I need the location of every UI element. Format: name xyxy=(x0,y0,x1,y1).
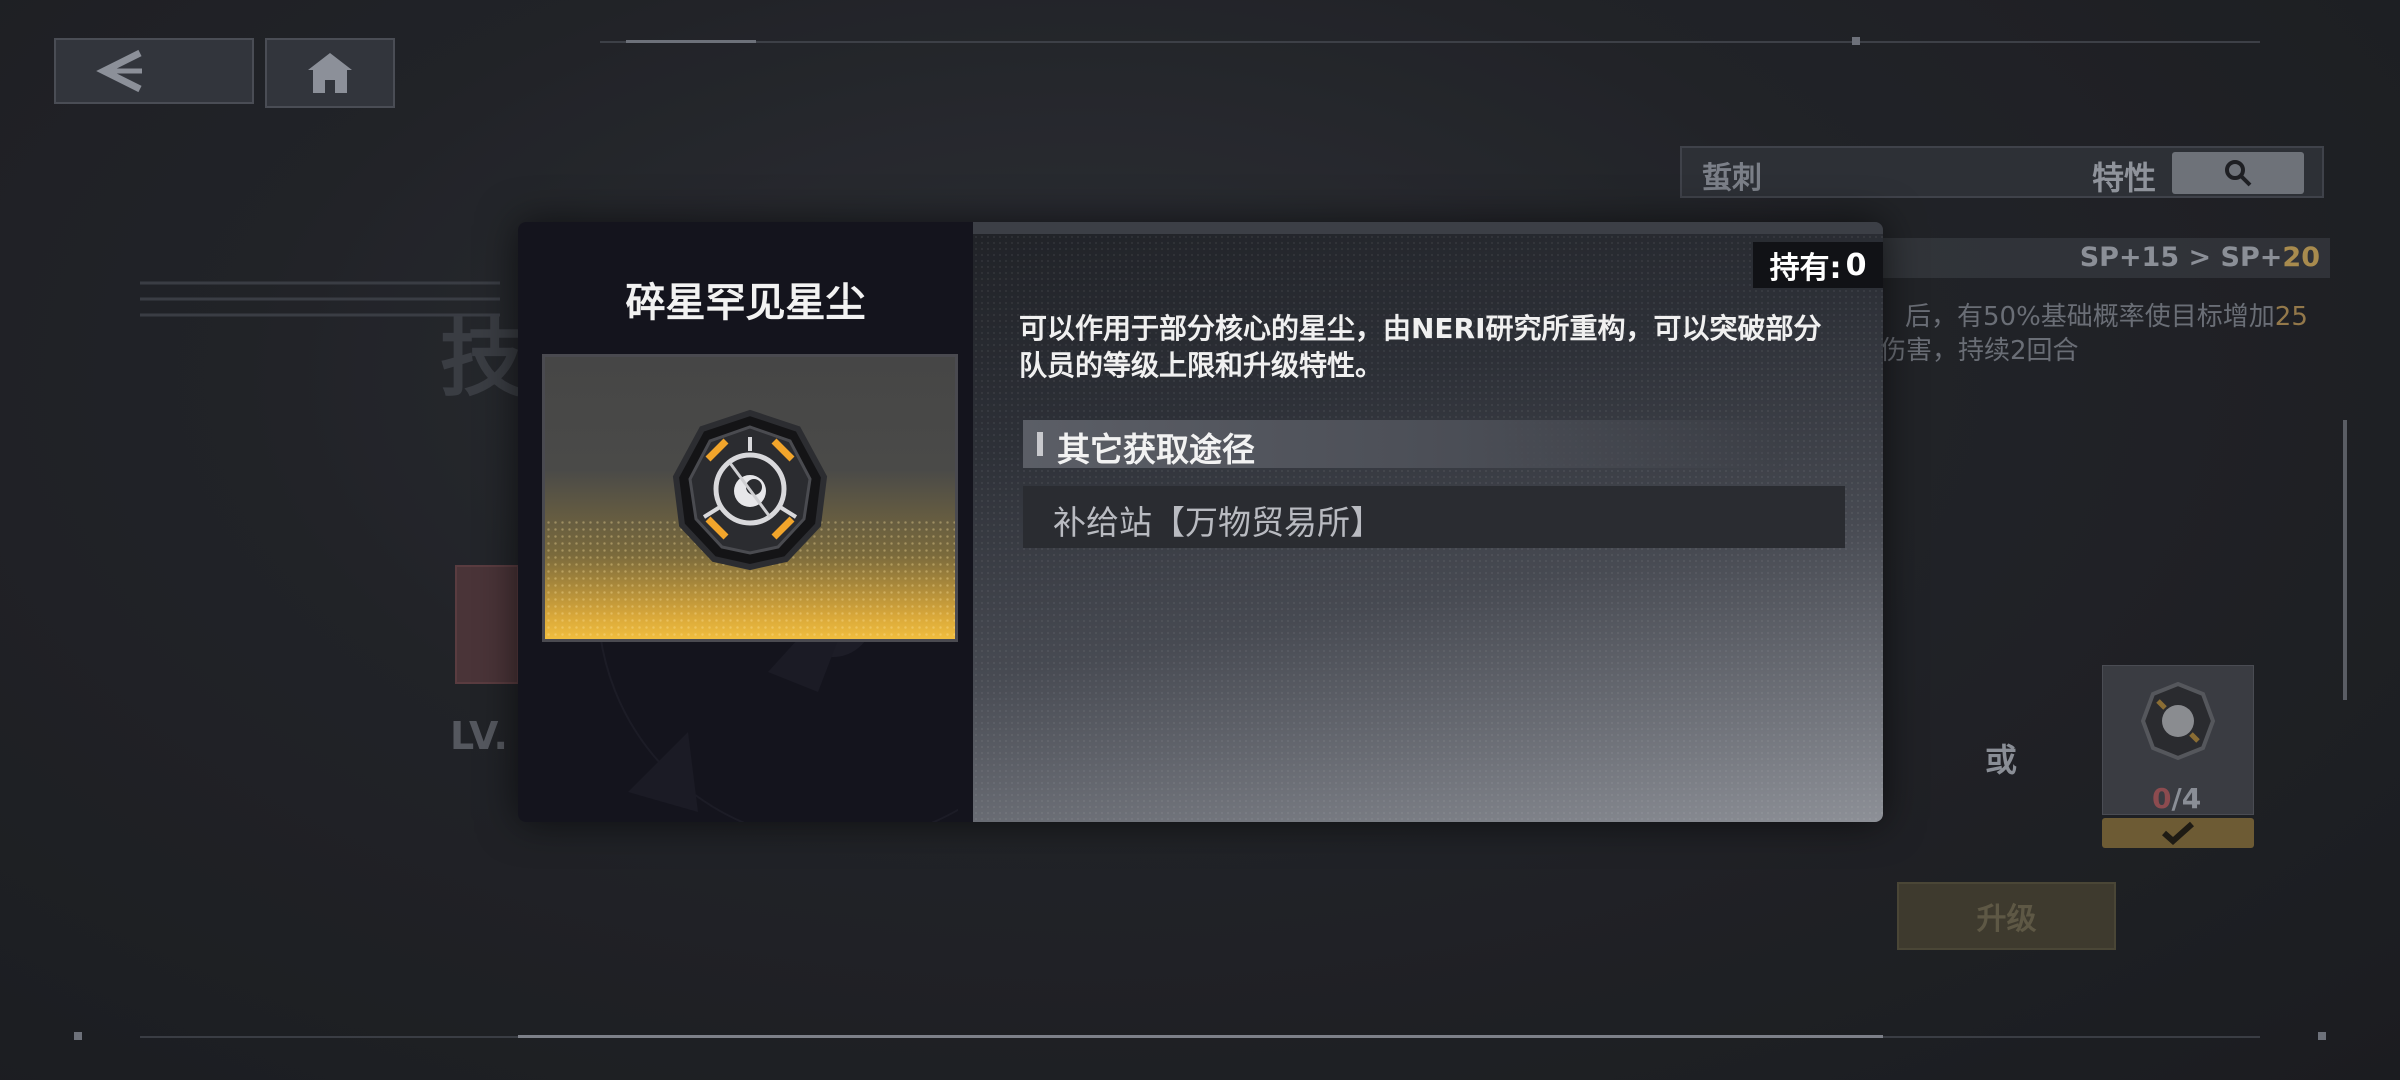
background-desc-line2: 伤害，持续2回合 xyxy=(1880,336,2079,366)
background-skill-title: 技 xyxy=(440,310,525,408)
home-button[interactable] xyxy=(265,38,395,108)
owned-count-badge: 持有: 0 xyxy=(1753,242,1883,288)
background-search-button xyxy=(2172,152,2304,194)
background-tag-label: 蜇刺 xyxy=(1702,161,1762,196)
owned-value: 0 xyxy=(1845,247,1867,283)
search-icon xyxy=(2225,160,2252,187)
background-tag-bar: 蜇刺 特性 xyxy=(1680,146,2324,198)
bottom-divider xyxy=(140,1035,2260,1038)
corner-dot-left xyxy=(74,1032,82,1040)
background-scrollbar xyxy=(2343,420,2347,700)
stardust-small-icon xyxy=(2140,681,2216,761)
item-name: 碎星罕见星尘 xyxy=(625,280,866,326)
sources-header-label: 其它获取途径 xyxy=(1057,430,1255,469)
background-or-label: 或 xyxy=(1985,741,2018,779)
source-item-supply-station[interactable]: 补给站【万物贸易所】 xyxy=(1023,486,1845,548)
back-button[interactable] xyxy=(54,38,254,104)
chevron-left-icon xyxy=(96,49,142,93)
background-level-label: LV. xyxy=(450,714,508,758)
item-description: 可以作用于部分核心的星尘，由NERI研究所重构，可以突破部分队员的等级上限和升级… xyxy=(1019,312,1822,382)
panel-top-strip xyxy=(973,222,1883,234)
top-divider xyxy=(600,37,2260,45)
background-sp-after: 20 xyxy=(2282,242,2320,273)
background-sp-before: SP+15 > SP+ xyxy=(2079,242,2283,273)
background-upgrade-button: 升级 xyxy=(1897,882,2116,950)
item-info-panel: 持有: 0 可以作用于部分核心的星尘，由NERI研究所重构，可以突破部分队员的等… xyxy=(973,222,1883,822)
sources-header: 其它获取途径 xyxy=(1023,420,1783,469)
item-preview-panel: 碎星罕见星尘 xyxy=(518,222,973,822)
background-check-bar xyxy=(2102,818,2254,848)
owned-label: 持有: xyxy=(1769,251,1842,286)
background-skill-card xyxy=(455,565,519,684)
stardust-core-icon xyxy=(672,409,828,571)
home-icon xyxy=(308,53,352,93)
item-detail-modal[interactable]: 碎星罕见星尘 持有: 0 可以作用于部分核心的星尘，由NERI研究所重构，可以突… xyxy=(518,222,1883,822)
background-trait-label: 特性 xyxy=(2092,159,2157,197)
corner-dot-right xyxy=(2318,1032,2326,1040)
sources-header-marker xyxy=(1037,432,1043,456)
item-image-frame xyxy=(542,354,958,642)
background-material-count: 0/4 xyxy=(2152,782,2202,815)
background-desc-line1: 后，有50%基础概率使目标增加25 xyxy=(1905,302,2308,332)
source-item-label: 补给站【万物贸易所】 xyxy=(1053,503,1383,542)
checkmark-icon xyxy=(2162,821,2195,846)
